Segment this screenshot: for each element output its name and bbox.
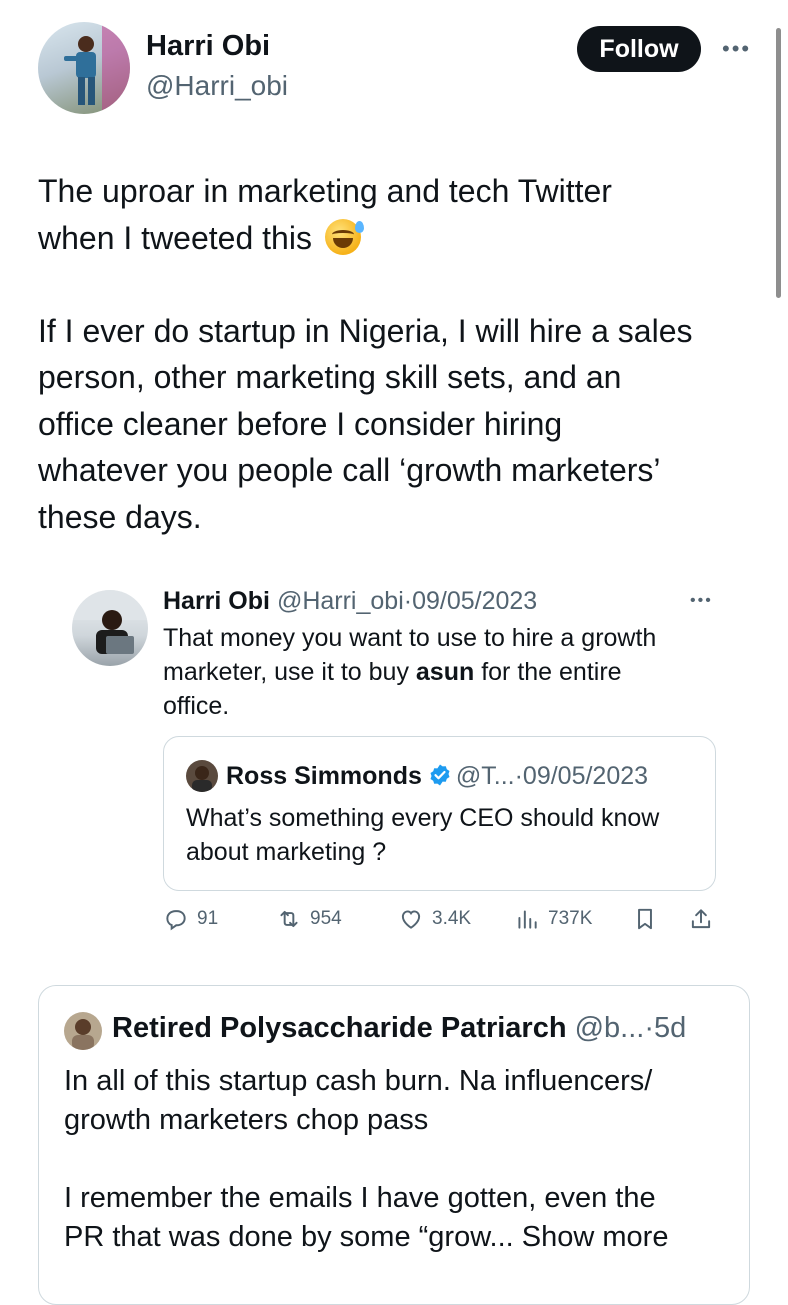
reply-line: growth marketers chop pass — [64, 1104, 429, 1136]
reply-time[interactable]: 5d — [654, 1012, 686, 1044]
bookmark-icon — [638, 908, 652, 930]
bookmark-action[interactable] — [632, 906, 658, 932]
tweet-text: The uproar in marketing and tech Twitter… — [38, 168, 758, 540]
inner-quote-line: What’s something every CEO should know — [186, 804, 660, 832]
like-action[interactable]: 3.4K — [398, 906, 471, 932]
reply-text: In all of this startup cash burn. Na inf… — [64, 1062, 734, 1257]
bold-word: asun — [415, 658, 475, 686]
reply-count: 91 — [197, 908, 219, 929]
reply-author-name[interactable]: Retired Polysaccharide Patriarch — [112, 1012, 567, 1044]
quoted-author-handle[interactable]: @Harri_obi — [277, 587, 404, 615]
author-name[interactable]: Harri Obi — [146, 30, 270, 63]
quoted-more-options-icon[interactable]: ••• — [690, 592, 713, 610]
tweet-line: office cleaner before I consider hiring — [38, 405, 563, 442]
tweet-line: when I tweeted this — [38, 219, 312, 256]
views-chart-icon — [518, 910, 537, 929]
quoted-line: marketer, use it to buy asun for the ent… — [163, 658, 622, 686]
share-icon — [691, 909, 711, 929]
tweet-line: If I ever do startup in Nigeria, I will … — [38, 312, 693, 349]
reply-author-avatar[interactable] — [64, 1012, 102, 1050]
show-more-link[interactable]: Show more — [522, 1221, 669, 1253]
quoted-author-avatar[interactable] — [72, 590, 148, 666]
verified-badge-icon — [430, 764, 450, 786]
quoted-tweet-header: Harri Obi @Harri_obi·09/05/2023 — [163, 587, 537, 616]
separator-dot: · — [644, 1012, 655, 1044]
retweet-icon — [280, 910, 298, 928]
tweet-line: The uproar in marketing and tech Twitter — [38, 173, 612, 209]
tweet-line: person, other marketing skill sets, and … — [38, 359, 622, 395]
like-count: 3.4K — [432, 908, 472, 929]
follow-button[interactable]: Follow — [577, 26, 701, 72]
reply-line: PR that was done by some “grow... Show m… — [64, 1221, 669, 1253]
reply-line: In all of this startup cash burn. Na inf… — [64, 1065, 653, 1097]
reply-author-handle[interactable]: @b... — [575, 1012, 645, 1044]
author-handle[interactable]: @Harri_obi — [146, 70, 288, 102]
quoted-line: That money you want to use to hire a gro… — [163, 624, 657, 652]
retweet-action[interactable]: 954 — [276, 906, 342, 932]
inner-quote-text: What’s something every CEO should know a… — [186, 801, 706, 869]
heart-icon — [401, 910, 421, 929]
inner-quote-handle[interactable]: @T... — [456, 762, 515, 790]
quoted-date[interactable]: 09/05/2023 — [412, 587, 537, 615]
quoted-tweet-text: That money you want to use to hire a gro… — [163, 621, 723, 723]
retweet-count: 954 — [310, 908, 342, 929]
tweet-line: these days. — [38, 498, 202, 535]
tweet-line: whatever you people call ‘growth markete… — [38, 452, 661, 488]
scrollbar[interactable] — [776, 28, 781, 298]
inner-quote-author-name[interactable]: Ross Simmonds — [226, 762, 422, 790]
inner-quote-avatar[interactable] — [186, 760, 218, 792]
inner-quote-date[interactable]: 09/05/2023 — [523, 762, 648, 790]
views-count: 737K — [548, 908, 593, 929]
separator-dot: · — [403, 587, 413, 615]
share-action[interactable] — [688, 906, 714, 932]
views-action[interactable]: 737K — [514, 906, 592, 932]
quoted-author-name[interactable]: Harri Obi — [163, 587, 270, 615]
separator-dot: · — [514, 762, 523, 790]
author-avatar[interactable] — [38, 22, 130, 114]
reply-icon — [166, 910, 186, 931]
quoted-line: office. — [163, 692, 230, 720]
reply-action[interactable]: 91 — [163, 906, 218, 932]
reply-header: Retired Polysaccharide Patriarch @b...·5… — [112, 1012, 686, 1045]
inner-quote-header: Ross Simmonds @T...·09/05/2023 — [226, 762, 648, 791]
reply-line: I remember the emails I have gotten, eve… — [64, 1182, 656, 1214]
inner-quote-line: about marketing ? — [186, 838, 387, 866]
grinning-sweat-emoji-icon — [324, 218, 364, 255]
more-options-icon[interactable]: ••• — [722, 36, 751, 62]
